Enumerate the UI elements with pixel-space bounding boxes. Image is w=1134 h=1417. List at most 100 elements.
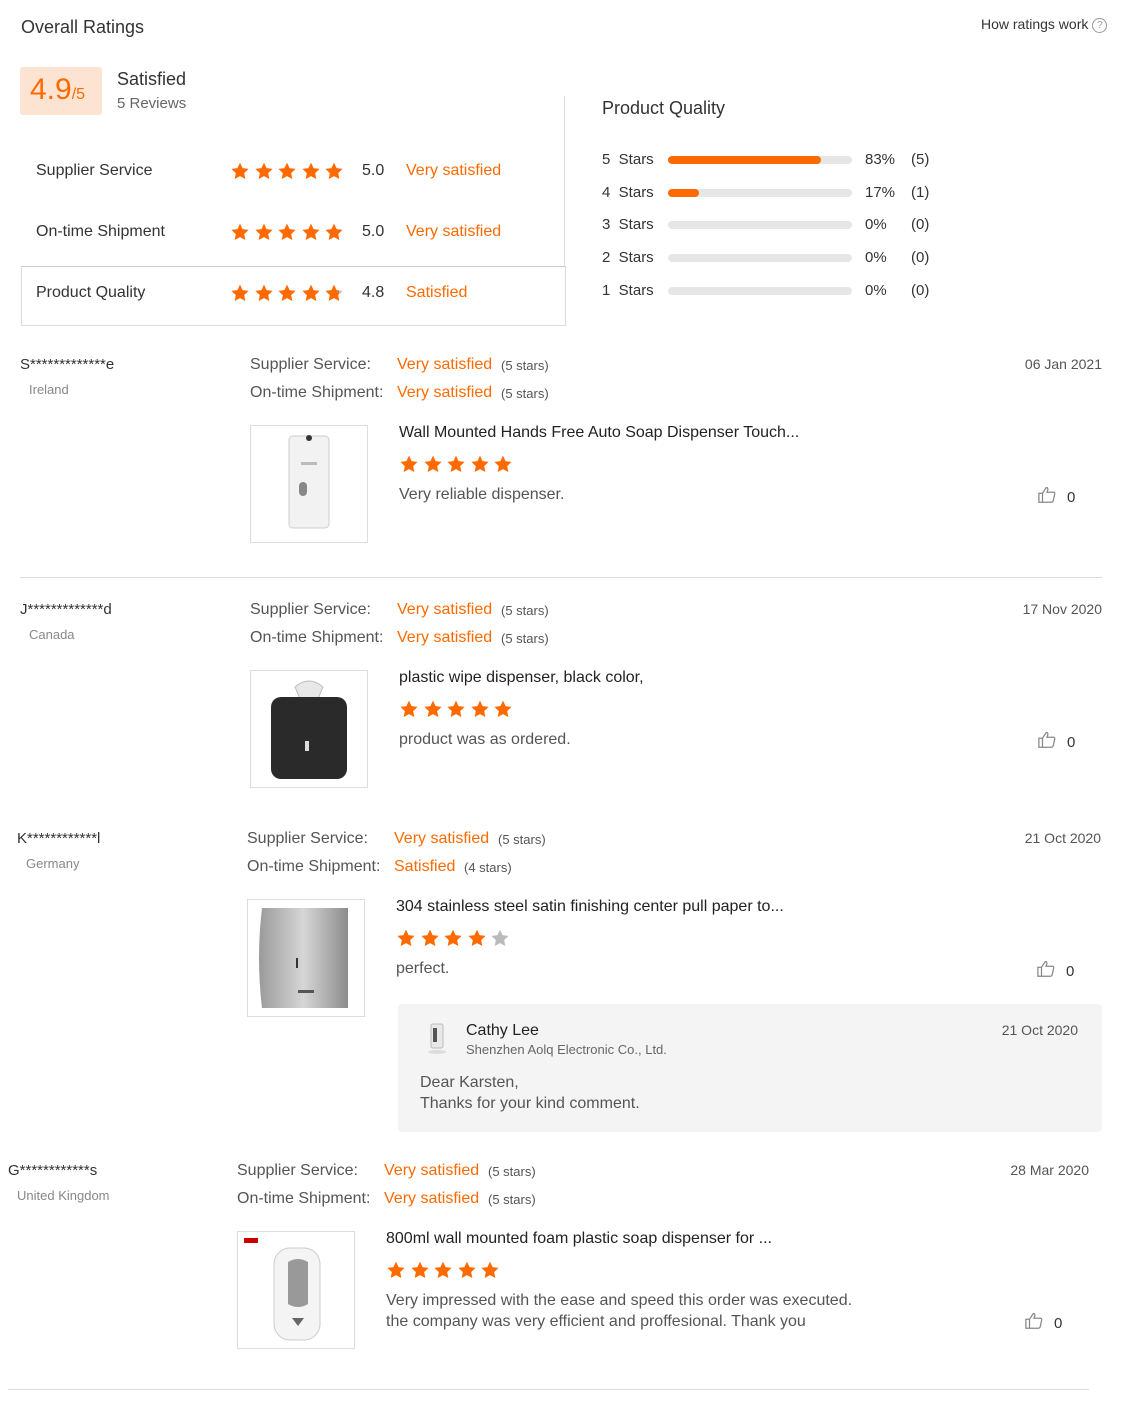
star-icon xyxy=(433,1260,453,1280)
supplier-service-stars: (5 stars) xyxy=(498,832,546,847)
quality-row-label: 1 Stars xyxy=(602,282,654,299)
shipment-value: Very satisfied xyxy=(384,1190,480,1207)
star-icon xyxy=(423,699,443,719)
quality-title: Product Quality xyxy=(602,98,726,118)
star-icon xyxy=(324,161,344,181)
overall-verdict: Satisfied xyxy=(117,69,187,89)
star-icon xyxy=(420,928,440,948)
star-icon xyxy=(470,699,490,719)
quality-bar-track xyxy=(668,221,852,229)
like-count: 0 xyxy=(1066,962,1075,980)
quality-row-pct: 0% xyxy=(865,249,887,266)
category-label[interactable]: Product Quality xyxy=(36,284,145,302)
category-label[interactable]: On-time Shipment xyxy=(36,223,165,241)
product-thumbnail[interactable] xyxy=(250,670,368,788)
review-stars xyxy=(399,454,517,474)
quality-row-count: (0) xyxy=(911,249,930,266)
star-icon xyxy=(230,283,250,303)
product-title[interactable]: plastic wipe dispenser, black color, xyxy=(399,669,644,687)
reviewer-country: United Kingdom xyxy=(17,1188,110,1203)
category-verdict: Very satisfied xyxy=(406,223,502,240)
category-label[interactable]: Supplier Service xyxy=(36,162,153,180)
quality-bar-track xyxy=(668,287,852,295)
star-icon xyxy=(493,699,513,719)
quality-bar-fill xyxy=(668,189,700,197)
review-divider xyxy=(8,1389,1089,1390)
star-icon xyxy=(396,928,416,948)
star-icon xyxy=(324,283,344,303)
category-verdict: Very satisfied xyxy=(406,162,502,179)
product-thumbnail[interactable] xyxy=(237,1231,355,1349)
reviewer-name: K************l xyxy=(17,830,101,847)
review-text-line1: Very impressed with the ease and speed t… xyxy=(386,1292,853,1309)
review-date: 28 Mar 2020 xyxy=(1010,1162,1089,1178)
star-icon xyxy=(277,161,297,181)
like-button[interactable]: 0 xyxy=(1024,1312,1062,1334)
how-ratings-link[interactable]: How ratings work? xyxy=(981,16,1108,33)
like-count: 0 xyxy=(1067,488,1076,506)
star-icon xyxy=(301,222,321,242)
shipment-label: On-time Shipment: xyxy=(250,384,384,401)
shipment-value: Very satisfied xyxy=(397,629,493,646)
review-text: Very reliable dispenser. xyxy=(399,486,565,503)
supplier-service-stars: (5 stars) xyxy=(501,603,549,618)
review-date: 17 Nov 2020 xyxy=(1022,601,1102,617)
product-title[interactable]: 800ml wall mounted foam plastic soap dis… xyxy=(386,1230,772,1248)
supplier-service-value: Very satisfied xyxy=(394,830,490,847)
like-button[interactable]: 0 xyxy=(1036,960,1074,982)
category-verdict: Satisfied xyxy=(406,284,468,301)
summary-divider xyxy=(564,96,565,266)
star-icon xyxy=(446,454,466,474)
star-icon xyxy=(493,454,513,474)
star-icon xyxy=(399,454,419,474)
how-ratings-label: How ratings work xyxy=(981,16,1089,32)
star-icon xyxy=(277,283,297,303)
quality-row-pct: 0% xyxy=(865,216,887,233)
quality-row-label: 2 Stars xyxy=(602,249,654,266)
reply-company: Shenzhen Aolq Electronic Co., Ltd. xyxy=(466,1042,667,1057)
quality-row-label: 5 Stars xyxy=(602,151,654,168)
product-thumbnail[interactable] xyxy=(247,899,365,1017)
shipment-stars: (5 stars) xyxy=(501,631,549,646)
supplier-service-label: Supplier Service: xyxy=(250,601,371,618)
review-date: 21 Oct 2020 xyxy=(1024,830,1101,846)
shipment-label: On-time Shipment: xyxy=(247,858,381,875)
supplier-service-label: Supplier Service: xyxy=(250,356,371,373)
shipment-stars: (5 stars) xyxy=(488,1192,536,1207)
quality-row-label: 3 Stars xyxy=(602,216,654,233)
review-date: 06 Jan 2021 xyxy=(1024,356,1102,372)
thumbs-up-icon xyxy=(1037,486,1057,508)
reviewer-name: S*************e xyxy=(20,356,115,373)
supplier-service-stars: (5 stars) xyxy=(488,1164,536,1179)
like-button[interactable]: 0 xyxy=(1037,731,1075,753)
product-title[interactable]: Wall Mounted Hands Free Auto Soap Dispen… xyxy=(399,424,799,442)
quality-row-pct: 0% xyxy=(865,282,887,299)
star-icon xyxy=(410,1260,430,1280)
supplier-service-stars: (5 stars) xyxy=(501,358,549,373)
reply-avatar xyxy=(424,1022,450,1056)
thumbs-up-icon xyxy=(1037,731,1057,753)
supplier-service-value: Very satisfied xyxy=(397,601,493,618)
quality-row-count: (1) xyxy=(911,184,930,201)
star-icon xyxy=(230,222,250,242)
like-count: 0 xyxy=(1054,1314,1063,1332)
product-thumbnail[interactable] xyxy=(250,425,368,543)
star-icon xyxy=(230,161,250,181)
review-text: product was as ordered. xyxy=(399,731,571,748)
review-stars xyxy=(386,1260,504,1280)
supplier-service-value: Very satisfied xyxy=(384,1162,480,1179)
reviewer-country: Ireland xyxy=(29,382,69,397)
star-icon xyxy=(254,161,274,181)
supplier-service-label: Supplier Service: xyxy=(247,830,368,847)
product-title[interactable]: 304 stainless steel satin finishing cent… xyxy=(396,898,784,916)
review-count: 5 Reviews xyxy=(117,95,187,112)
like-button[interactable]: 0 xyxy=(1037,486,1075,508)
shipment-label: On-time Shipment: xyxy=(250,629,384,646)
category-stars xyxy=(230,222,348,242)
review-divider xyxy=(20,577,1102,578)
shipment-stars: (5 stars) xyxy=(501,386,549,401)
star-icon xyxy=(254,283,274,303)
shipment-value: Very satisfied xyxy=(397,384,493,401)
category-stars xyxy=(230,283,348,303)
category-stars xyxy=(230,161,348,181)
